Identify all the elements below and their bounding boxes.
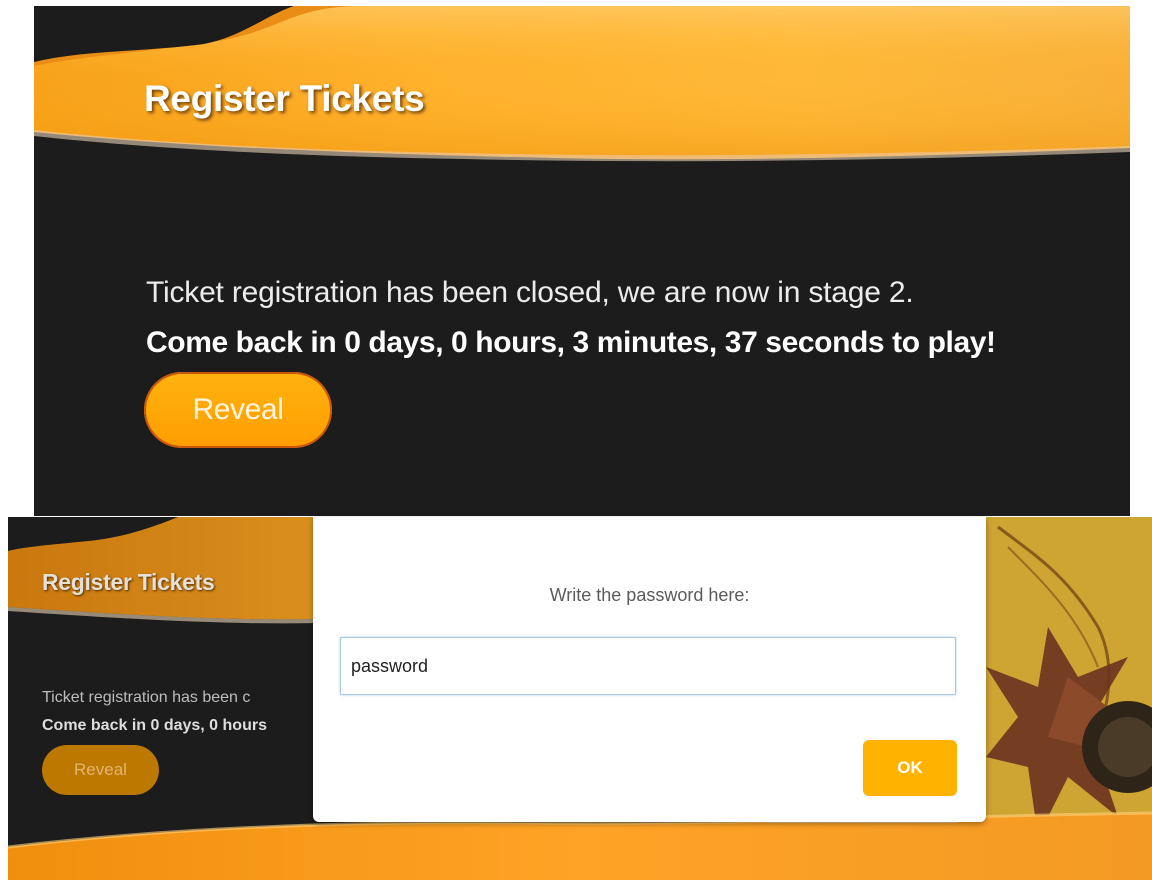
countdown-text-dimmed: Come back in 0 days, 0 hours	[42, 717, 267, 734]
reveal-button[interactable]: Reveal	[144, 372, 332, 448]
registration-closed-message: Ticket registration has been closed, we …	[146, 276, 914, 309]
ok-button[interactable]: OK	[863, 740, 957, 796]
page-title: Register Tickets	[144, 78, 425, 119]
countdown-text: Come back in 0 days, 0 hours, 3 minutes,…	[146, 326, 996, 359]
page-title-dimmed: Register Tickets	[42, 569, 215, 595]
reveal-button-dimmed: Reveal	[42, 745, 159, 795]
password-prompt-label: Write the password here:	[549, 585, 750, 605]
password-dialog: Write the password here: OK	[313, 517, 986, 822]
registration-closed-message-dimmed: Ticket registration has been c	[42, 689, 251, 706]
ticket-page-panel: Register Tickets Ticket registration has…	[34, 6, 1130, 516]
password-input[interactable]	[340, 637, 956, 695]
